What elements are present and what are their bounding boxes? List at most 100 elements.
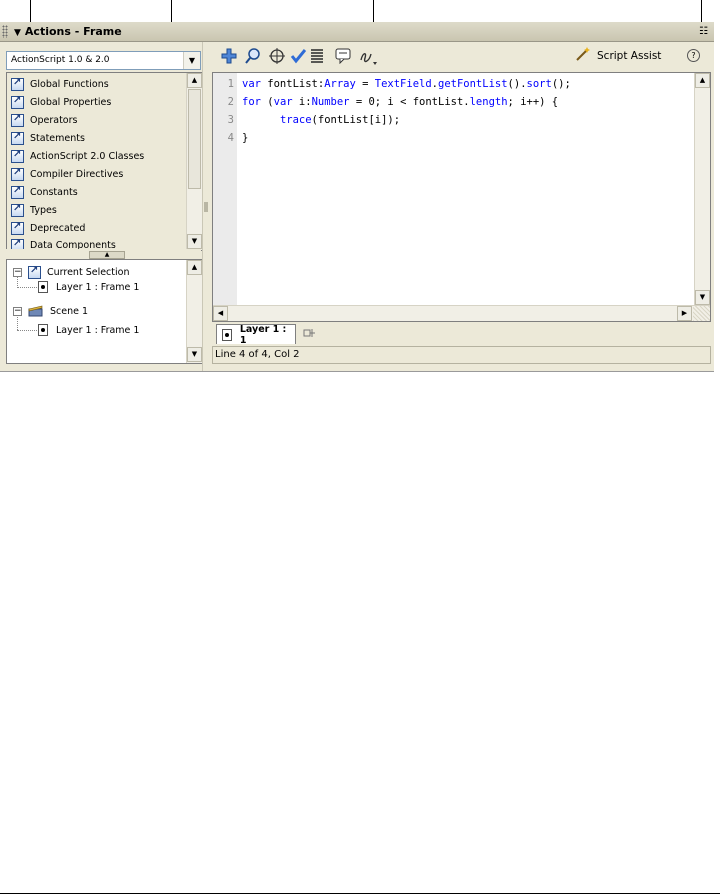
line-number: 1 <box>227 78 234 90</box>
toolbox-item-types[interactable]: Types <box>11 202 57 218</box>
toolbox-item-label: Types <box>30 204 57 216</box>
code-line[interactable]: var fontList:Array = TextField.getFontLi… <box>242 78 571 90</box>
collapse-minus-icon[interactable]: − <box>13 306 22 316</box>
scroll-down-icon[interactable]: ▼ <box>187 234 202 249</box>
toolbox-item-label: Compiler Directives <box>30 168 124 180</box>
code-text: } <box>242 132 249 144</box>
nav-item-label: Current Selection <box>47 267 130 278</box>
magic-wand-icon <box>575 47 591 65</box>
target-icon[interactable] <box>269 48 285 68</box>
line-number: 3 <box>227 114 234 126</box>
book-icon <box>11 185 24 199</box>
line-number: 2 <box>227 96 234 108</box>
collapse-triangle-icon[interactable]: ▼ <box>14 28 21 38</box>
book-icon <box>11 131 24 145</box>
nav-item-label: Scene 1 <box>50 305 89 317</box>
script-tab-bar: Layer 1 : 1 <box>212 322 709 346</box>
script-navigator: − Current Selection Layer 1 : Frame 1 − … <box>6 259 203 364</box>
nav-item-layer-frame[interactable]: Layer 1 : Frame 1 <box>38 281 139 293</box>
book-icon <box>11 95 24 109</box>
book-icon <box>11 149 24 163</box>
code-hint-icon[interactable] <box>335 48 353 68</box>
editor-horizontal-scrollbar[interactable]: ◀ ▶ <box>213 305 710 321</box>
nav-item-scene[interactable]: − Scene 1 <box>13 305 88 317</box>
scroll-down-icon[interactable]: ▼ <box>695 290 710 305</box>
add-statement-icon[interactable] <box>221 48 237 68</box>
code-keyword: length <box>469 96 508 108</box>
code-line[interactable]: } <box>242 132 248 144</box>
code-line[interactable]: for (var i:Number = 0; i < fontList.leng… <box>242 96 558 108</box>
left-pane-splitter[interactable] <box>202 42 210 371</box>
keyframe-icon <box>38 281 48 293</box>
toolbox-item-as2-classes[interactable]: ActionScript 2.0 Classes <box>11 148 144 164</box>
help-icon[interactable]: ? <box>687 49 700 62</box>
toolbox-navigator-divider[interactable]: ▲ <box>6 249 201 259</box>
panel-menu-icon[interactable]: ☷ <box>699 26 708 37</box>
code-keyword: TextField <box>374 78 432 90</box>
code-keyword: var <box>242 78 261 90</box>
keyframe-icon <box>222 328 232 341</box>
check-syntax-icon[interactable] <box>290 48 307 68</box>
actions-toolbox: Global Functions Global Properties Opera… <box>6 72 203 251</box>
code-text: = 0; i < fontList. <box>349 96 470 108</box>
code-text: fontList: <box>260 78 325 90</box>
book-icon <box>11 167 24 181</box>
code-text: = <box>355 78 375 90</box>
callout-line-panel-menu <box>701 0 702 22</box>
panel-title-text: Actions - Frame <box>24 25 122 38</box>
toolbox-item-statements[interactable]: Statements <box>11 130 85 146</box>
book-icon <box>28 265 41 279</box>
toolbox-item-global-functions[interactable]: Global Functions <box>11 76 109 92</box>
toolbox-item-constants[interactable]: Constants <box>11 184 78 200</box>
tab-layer-1[interactable]: Layer 1 : 1 <box>216 323 296 346</box>
chevron-down-icon[interactable]: ▼ <box>183 52 200 69</box>
code-keyword: getFontList <box>438 78 508 90</box>
code-text: i: <box>292 96 312 108</box>
collapse-minus-icon[interactable]: − <box>13 268 22 277</box>
book-icon <box>11 203 24 217</box>
scroll-down-icon[interactable]: ▼ <box>187 347 202 362</box>
cursor-position-status: Line 4 of 4, Col 2 <box>215 349 300 360</box>
line-number: 4 <box>227 132 234 144</box>
find-icon[interactable] <box>245 48 261 68</box>
toolbox-item-label: Global Functions <box>30 78 109 90</box>
auto-format-icon[interactable] <box>310 48 324 68</box>
pin-script-icon[interactable] <box>303 327 315 342</box>
toolbox-item-compiler-directives[interactable]: Compiler Directives <box>11 166 123 182</box>
toolbox-item-label: Operators <box>30 114 78 126</box>
scroll-up-icon[interactable]: ▲ <box>187 260 202 275</box>
scroll-up-icon[interactable]: ▲ <box>695 73 710 88</box>
nav-item-current-selection[interactable]: − Current Selection <box>13 265 130 279</box>
gripper-icon[interactable] <box>2 25 8 38</box>
panel-title-bar[interactable]: ▼ Actions - Frame ☷ <box>0 22 714 42</box>
version-select-value: ActionScript 1.0 & 2.0 <box>11 55 110 65</box>
code-line[interactable]: trace(fontList[i]); <box>242 114 400 126</box>
code-text: ; i++) { <box>507 96 559 108</box>
code-text: ( <box>260 96 274 108</box>
toolbox-scrollbar[interactable]: ▲ ▼ <box>186 73 202 250</box>
toolbox-item-label: Constants <box>30 186 78 198</box>
navigator-scrollbar[interactable]: ▲ ▼ <box>186 260 202 363</box>
toolbox-item-operators[interactable]: Operators <box>11 112 77 128</box>
scroll-left-icon[interactable]: ◀ <box>213 306 228 321</box>
toolbox-item-deprecated[interactable]: Deprecated <box>11 220 85 236</box>
actionscript-version-select[interactable]: ActionScript 1.0 & 2.0 ▼ <box>6 51 201 70</box>
line-number-gutter: 1 2 3 4 <box>213 73 237 305</box>
code-keyword: for <box>242 96 261 108</box>
status-bar: Line 4 of 4, Col 2 <box>212 346 711 364</box>
toolbox-item-label: Statements <box>30 132 85 144</box>
toolbox-item-global-properties[interactable]: Global Properties <box>11 94 111 110</box>
panel-title: ▼ Actions - Frame <box>14 25 122 38</box>
script-assist-button[interactable]: Script Assist <box>575 47 661 65</box>
script-editor[interactable]: 1 2 3 4 var fontList:Array = TextField.g… <box>212 72 711 322</box>
editor-vertical-scrollbar[interactable]: ▲ ▼ <box>694 73 710 305</box>
nav-item-layer-frame[interactable]: Layer 1 : Frame 1 <box>38 324 139 336</box>
splitter-arrow-icon[interactable] <box>204 202 208 212</box>
collapse-up-icon[interactable]: ▲ <box>89 251 125 259</box>
scroll-up-icon[interactable]: ▲ <box>187 73 202 88</box>
tab-label: Layer 1 : 1 <box>239 323 287 346</box>
scroll-right-icon[interactable]: ▶ <box>677 306 692 321</box>
scrollbar-thumb[interactable] <box>188 89 201 189</box>
debug-options-icon[interactable] <box>358 48 380 70</box>
